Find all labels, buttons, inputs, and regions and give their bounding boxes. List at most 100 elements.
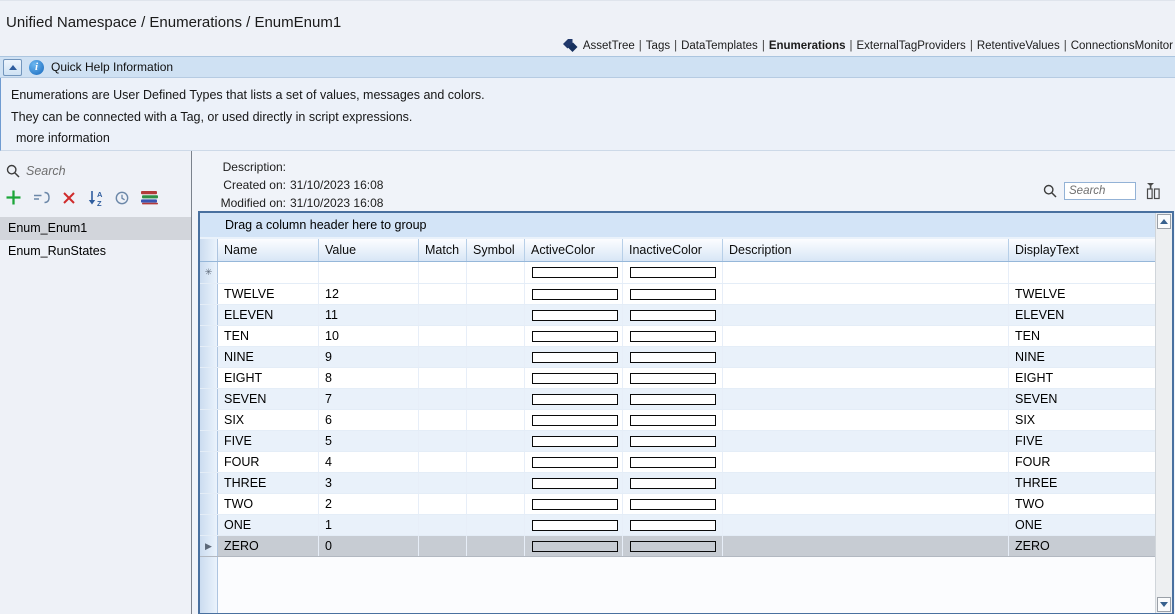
inactive-color-swatch[interactable] xyxy=(630,457,716,468)
cell-name[interactable] xyxy=(218,262,319,283)
row-header[interactable] xyxy=(200,452,218,472)
cell-match[interactable] xyxy=(419,515,467,535)
cell-match[interactable] xyxy=(419,326,467,346)
cell-symbol[interactable] xyxy=(467,305,525,325)
cell-name[interactable]: EIGHT xyxy=(218,368,319,388)
cell-name[interactable]: FOUR xyxy=(218,452,319,472)
cell-activecolor[interactable] xyxy=(525,262,623,283)
sidebar-item-enum_enum1[interactable]: Enum_Enum1 xyxy=(0,217,191,240)
cell-name[interactable]: ZERO xyxy=(218,536,319,556)
row-header[interactable] xyxy=(200,515,218,535)
active-color-swatch[interactable] xyxy=(532,499,618,510)
vertical-scrollbar[interactable] xyxy=(1155,213,1172,613)
cell-inactivecolor[interactable] xyxy=(623,494,723,514)
history-icon[interactable] xyxy=(114,190,130,206)
cell-displaytext[interactable]: SIX xyxy=(1009,410,1155,430)
cell-symbol[interactable] xyxy=(467,284,525,304)
cell-value[interactable]: 5 xyxy=(319,431,419,451)
cell-match[interactable] xyxy=(419,452,467,472)
cell-match[interactable] xyxy=(419,389,467,409)
cell-value[interactable]: 10 xyxy=(319,326,419,346)
cell-description[interactable] xyxy=(723,494,1009,514)
column-header-activecolor[interactable]: ActiveColor xyxy=(525,239,623,261)
active-color-swatch[interactable] xyxy=(532,267,618,278)
inactive-color-swatch[interactable] xyxy=(630,352,716,363)
cell-inactivecolor[interactable] xyxy=(623,326,723,346)
inactive-color-swatch[interactable] xyxy=(630,289,716,300)
delete-icon[interactable] xyxy=(61,190,77,206)
cell-value[interactable] xyxy=(319,262,419,283)
new-row[interactable]: ✳ xyxy=(200,262,1155,284)
active-color-swatch[interactable] xyxy=(532,436,618,447)
cell-value[interactable]: 3 xyxy=(319,473,419,493)
inactive-color-swatch[interactable] xyxy=(630,478,716,489)
rename-icon[interactable] xyxy=(32,190,51,205)
column-chooser-icon[interactable] xyxy=(1143,181,1163,201)
inactive-color-swatch[interactable] xyxy=(630,331,716,342)
cell-inactivecolor[interactable] xyxy=(623,431,723,451)
cell-inactivecolor[interactable] xyxy=(623,305,723,325)
table-row[interactable]: ONE1ONE xyxy=(200,515,1155,536)
cell-inactivecolor[interactable] xyxy=(623,410,723,430)
cell-displaytext[interactable] xyxy=(1009,262,1155,283)
table-row[interactable]: THREE3THREE xyxy=(200,473,1155,494)
column-header-symbol[interactable]: Symbol xyxy=(467,239,525,261)
cell-name[interactable]: ONE xyxy=(218,515,319,535)
inactive-color-swatch[interactable] xyxy=(630,310,716,321)
active-color-swatch[interactable] xyxy=(532,394,618,405)
cell-description[interactable] xyxy=(723,389,1009,409)
cell-symbol[interactable] xyxy=(467,262,525,283)
active-color-swatch[interactable] xyxy=(532,331,618,342)
row-header[interactable]: ▶ xyxy=(200,536,218,556)
active-color-swatch[interactable] xyxy=(532,541,618,552)
cell-inactivecolor[interactable] xyxy=(623,262,723,283)
cell-displaytext[interactable]: THREE xyxy=(1009,473,1155,493)
inactive-color-swatch[interactable] xyxy=(630,499,716,510)
cell-description[interactable] xyxy=(723,368,1009,388)
cell-displaytext[interactable]: EIGHT xyxy=(1009,368,1155,388)
cell-displaytext[interactable]: TWELVE xyxy=(1009,284,1155,304)
cell-description[interactable] xyxy=(723,452,1009,472)
cell-description[interactable] xyxy=(723,515,1009,535)
cell-name[interactable]: TWO xyxy=(218,494,319,514)
group-panel[interactable]: Drag a column header here to group xyxy=(200,213,1155,239)
table-row[interactable]: FOUR4FOUR xyxy=(200,452,1155,473)
nav-item-externaltagproviders[interactable]: ExternalTagProviders xyxy=(857,40,966,52)
table-row[interactable]: TWO2TWO xyxy=(200,494,1155,515)
column-header-name[interactable]: Name xyxy=(218,239,319,261)
cell-description[interactable] xyxy=(723,326,1009,346)
cell-activecolor[interactable] xyxy=(525,410,623,430)
cell-match[interactable] xyxy=(419,262,467,283)
cell-activecolor[interactable] xyxy=(525,452,623,472)
cell-symbol[interactable] xyxy=(467,473,525,493)
cell-match[interactable] xyxy=(419,536,467,556)
cell-value[interactable]: 6 xyxy=(319,410,419,430)
cell-match[interactable] xyxy=(419,494,467,514)
cell-symbol[interactable] xyxy=(467,536,525,556)
cell-description[interactable] xyxy=(723,473,1009,493)
sidebar-search-input[interactable] xyxy=(26,164,146,178)
cell-symbol[interactable] xyxy=(467,326,525,346)
cell-match[interactable] xyxy=(419,368,467,388)
column-header-description[interactable]: Description xyxy=(723,239,1009,261)
inactive-color-swatch[interactable] xyxy=(630,267,716,278)
row-header[interactable] xyxy=(200,473,218,493)
cell-match[interactable] xyxy=(419,473,467,493)
cell-value[interactable]: 7 xyxy=(319,389,419,409)
cell-symbol[interactable] xyxy=(467,515,525,535)
cell-value[interactable]: 1 xyxy=(319,515,419,535)
cell-match[interactable] xyxy=(419,305,467,325)
cell-displaytext[interactable]: SEVEN xyxy=(1009,389,1155,409)
cell-displaytext[interactable]: FIVE xyxy=(1009,431,1155,451)
cell-inactivecolor[interactable] xyxy=(623,368,723,388)
row-header[interactable] xyxy=(200,389,218,409)
nav-item-connectionsmonitor[interactable]: ConnectionsMonitor xyxy=(1071,40,1173,52)
cell-displaytext[interactable]: FOUR xyxy=(1009,452,1155,472)
inactive-color-swatch[interactable] xyxy=(630,373,716,384)
cell-activecolor[interactable] xyxy=(525,305,623,325)
active-color-swatch[interactable] xyxy=(532,289,618,300)
cell-value[interactable]: 4 xyxy=(319,452,419,472)
cell-description[interactable] xyxy=(723,284,1009,304)
table-row[interactable]: TWELVE12TWELVE xyxy=(200,284,1155,305)
cell-name[interactable]: TEN xyxy=(218,326,319,346)
